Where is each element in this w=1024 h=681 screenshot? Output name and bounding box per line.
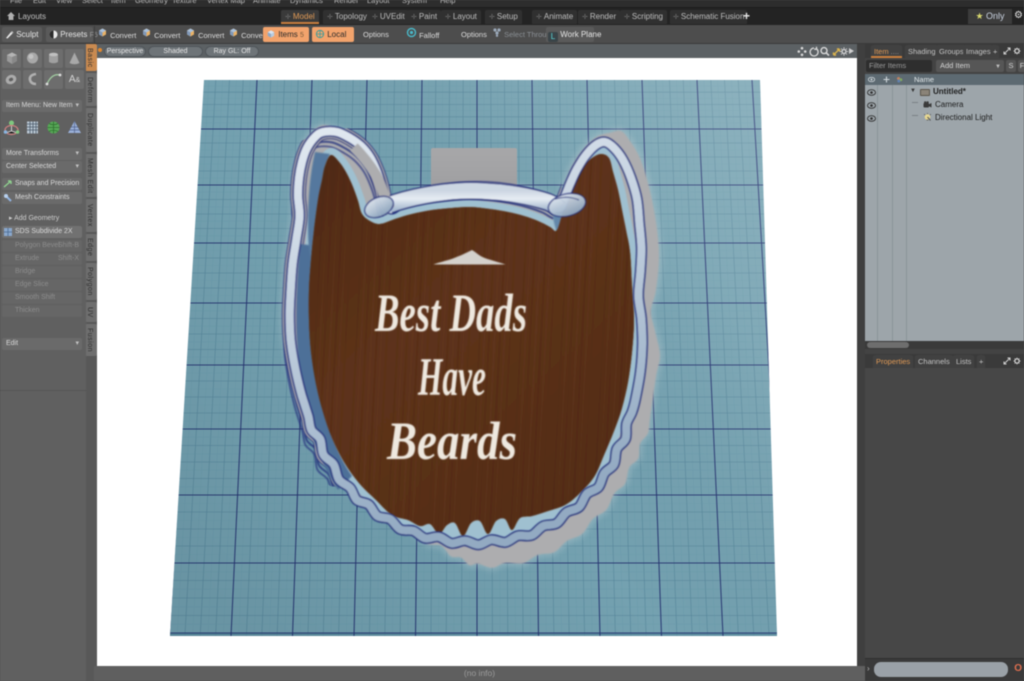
- svg-text:Beards: Beards: [386, 411, 517, 471]
- svg-text:Best Dads: Best Dads: [374, 283, 527, 343]
- svg-text:Have: Have: [417, 347, 486, 407]
